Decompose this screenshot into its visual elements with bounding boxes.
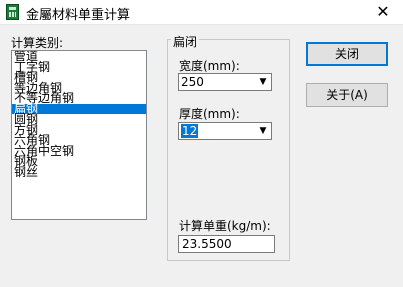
about-button[interactable]: 关于(A) (306, 83, 388, 107)
category-listbox[interactable]: 管道 丁字钢 槽钢 等边角钢 不等边角钢 扁钢 圆钢 方钢 六角钢 六角中空钢 钢板 钢丝 (11, 50, 147, 220)
unit-weight-label: 计算单重(kg/m): (179, 219, 271, 233)
width-value: 250 (181, 75, 204, 89)
unit-weight-value: 23.5500 (182, 237, 232, 251)
list-item[interactable]: 钢丝 (12, 166, 146, 177)
calculator-icon (6, 4, 19, 20)
width-combobox[interactable]: 250 ▼ (178, 73, 272, 91)
group-title: 扁闭 (171, 33, 200, 50)
thickness-value: 12 (181, 124, 199, 138)
width-label: 宽度(mm): (179, 59, 240, 73)
window-title: 金屬材料单重计算 (26, 8, 131, 23)
chevron-down-icon[interactable]: ▼ (256, 75, 270, 89)
category-label: 计算类别: (11, 36, 64, 50)
chevron-down-icon[interactable]: ▼ (256, 124, 270, 138)
thickness-combobox[interactable]: 12 ▼ (178, 122, 272, 140)
thickness-label: 厚度(mm): (179, 107, 240, 121)
close-window-button[interactable]: ✕ (363, 0, 403, 24)
close-button[interactable]: 关闭 (306, 42, 388, 66)
unit-weight-field[interactable]: 23.5500 (178, 235, 275, 253)
title-bar: 金屬材料单重计算 ✕ (0, 0, 403, 25)
